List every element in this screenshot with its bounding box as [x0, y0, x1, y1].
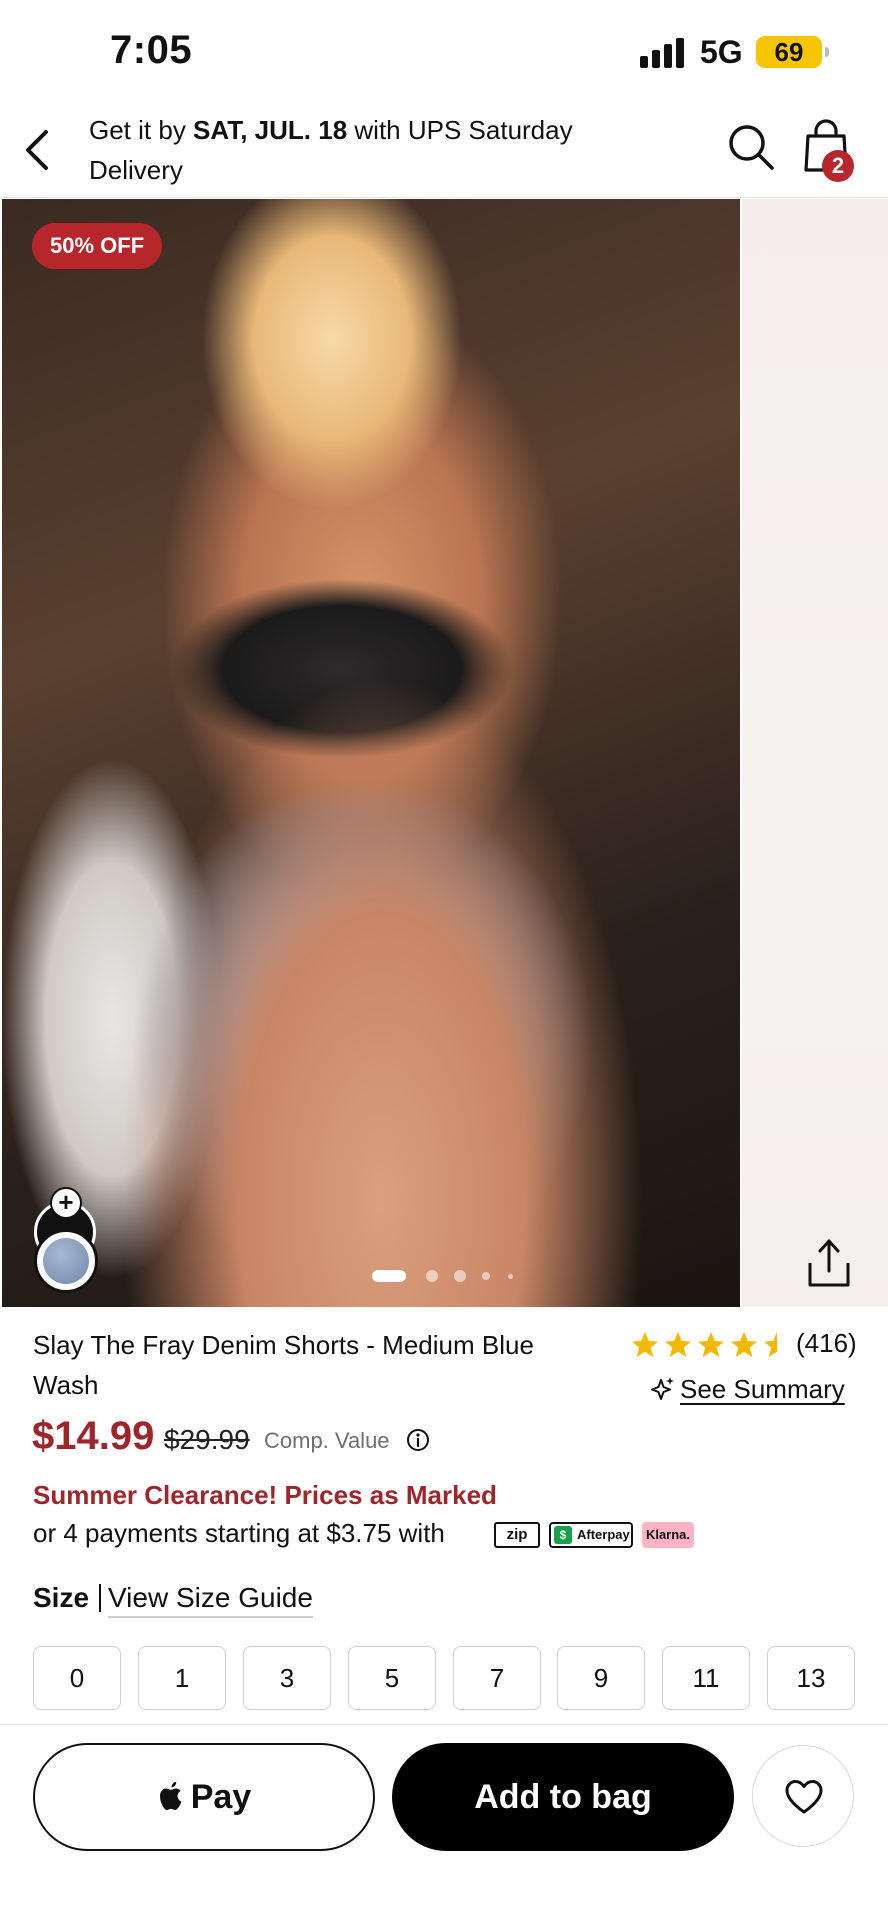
signal-icon [640, 38, 686, 68]
favorite-button[interactable] [752, 1745, 854, 1847]
back-chevron-icon[interactable] [18, 118, 58, 178]
size-option[interactable]: 0 [33, 1646, 121, 1710]
battery-icon: 69 [756, 36, 829, 68]
apple-pay-button[interactable]: Pay [33, 1743, 375, 1851]
size-option[interactable]: 3 [243, 1646, 331, 1710]
carousel-dot[interactable] [482, 1272, 490, 1280]
discount-badge: 50% OFF [32, 223, 163, 269]
top-header: Get it by SAT, JUL. 18 with UPS Saturday… [0, 100, 888, 198]
review-count[interactable]: (416) [796, 1328, 857, 1359]
carousel-dot[interactable] [454, 1270, 466, 1282]
size-option[interactable]: 11 [662, 1646, 750, 1710]
half-star-icon [764, 1332, 777, 1357]
star-icon [632, 1332, 658, 1357]
add-swatch-icon[interactable]: + [50, 1187, 82, 1219]
sparkle-icon [651, 1377, 674, 1400]
star-icon [731, 1332, 757, 1357]
status-bar: 7:05 5G 69 [0, 0, 888, 100]
installment-text: or 4 payments starting at $3.75 with [33, 1518, 445, 1548]
product-image-carousel[interactable]: 50% OFF + [0, 199, 888, 1307]
afterpay-logo[interactable]: $ Afterpay [549, 1522, 633, 1548]
comp-value-label: Comp. Value [264, 1428, 390, 1453]
search-icon[interactable] [726, 122, 776, 172]
network-label: 5G [700, 34, 743, 70]
size-option[interactable]: 7 [453, 1646, 541, 1710]
see-summary-label[interactable]: See Summary [680, 1374, 845, 1405]
carousel-dot[interactable] [508, 1274, 513, 1279]
star-icon [698, 1332, 724, 1357]
share-icon[interactable] [806, 1237, 852, 1289]
apple-pay-label: Pay [190, 1778, 252, 1816]
battery-level: 69 [774, 37, 804, 67]
delivery-date: SAT, JUL. 18 [193, 115, 348, 145]
next-image-peek[interactable] [742, 199, 888, 1307]
star-icon [665, 1332, 691, 1357]
heart-icon [785, 1780, 823, 1814]
carousel-dot[interactable] [426, 1270, 438, 1282]
size-guide-link[interactable]: View Size Guide [108, 1582, 313, 1618]
delivery-prefix: Get it by [89, 115, 194, 145]
color-swatch-selected[interactable] [34, 1229, 98, 1293]
size-option[interactable]: 13 [767, 1646, 855, 1710]
bag-count-badge: 2 [822, 150, 854, 182]
size-option[interactable]: 5 [348, 1646, 436, 1710]
bottom-action-bar: Pay Add to bag [0, 1724, 888, 1920]
apple-logo-icon [159, 1781, 182, 1810]
promo-message: Summer Clearance! Prices as Marked [33, 1480, 497, 1510]
klarna-logo[interactable]: Klarna. [642, 1522, 694, 1548]
divider [99, 1584, 101, 1612]
add-to-bag-button[interactable]: Add to bag [392, 1743, 734, 1851]
product-title: Slay The Fray Denim Shorts - Medium Blue… [33, 1330, 534, 1400]
size-options: 0 1 3 5 7 9 11 13 [33, 1646, 855, 1710]
afterpay-icon: $ [554, 1526, 572, 1544]
sale-price: $14.99 [32, 1414, 155, 1458]
product-photo[interactable] [2, 199, 740, 1307]
size-option[interactable]: 9 [557, 1646, 645, 1710]
info-icon[interactable] [406, 1428, 430, 1452]
original-price: $29.99 [164, 1424, 250, 1455]
carousel-dot-active[interactable] [372, 1270, 406, 1282]
size-label: Size [33, 1582, 90, 1613]
zip-logo[interactable]: zip [494, 1522, 540, 1548]
status-time: 7:05 [110, 28, 193, 72]
afterpay-label: Afterpay [577, 1527, 630, 1542]
size-option[interactable]: 1 [138, 1646, 226, 1710]
product-page: 7:05 5G 69 Get it by SAT, JUL. 18 with U… [0, 0, 888, 1920]
delivery-message: Get it by SAT, JUL. 18 with UPS Saturday… [89, 110, 649, 190]
